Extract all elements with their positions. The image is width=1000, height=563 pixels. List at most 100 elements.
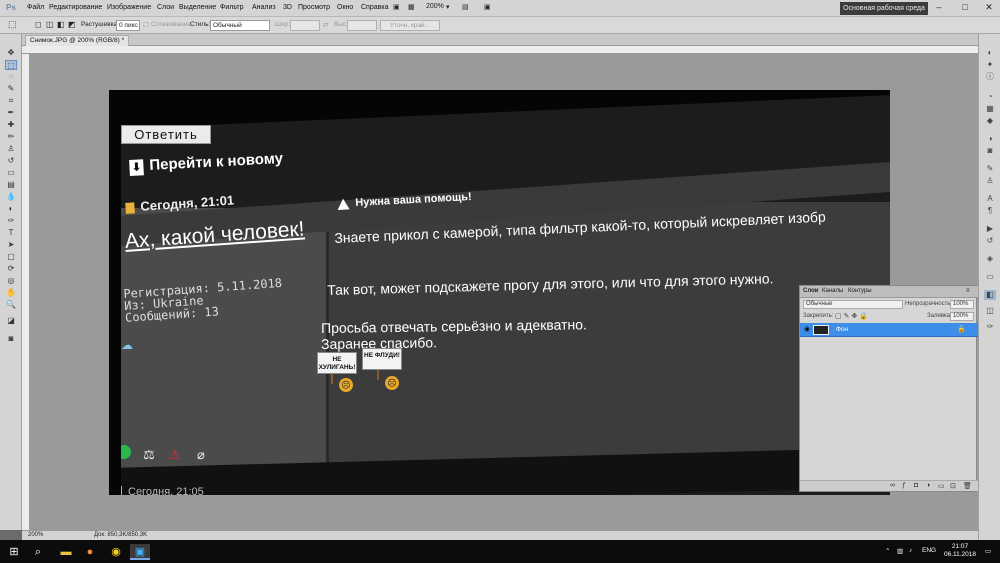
chevron-down-icon[interactable]: ▾: [446, 3, 450, 14]
panel-menu-icon[interactable]: ≡: [966, 288, 970, 294]
type-tool-icon[interactable]: T: [5, 228, 17, 238]
start-windows-icon[interactable]: ⊞: [4, 544, 24, 560]
file-explorer-icon[interactable]: ▬: [56, 544, 76, 560]
hand-tool-icon[interactable]: ✋: [5, 288, 17, 298]
menu-layers[interactable]: Слои: [157, 4, 174, 11]
swatches-icon[interactable]: ▦: [984, 104, 996, 114]
eyedropper-icon[interactable]: ✒: [5, 108, 17, 118]
histogram-icon[interactable]: ✦: [984, 60, 996, 70]
layer-row[interactable]: ◉ Фон 🔒: [800, 323, 978, 337]
marquee-tool-icon[interactable]: ⬚: [5, 60, 17, 70]
tab-layers[interactable]: Слои: [803, 288, 818, 294]
shape-tool-icon[interactable]: ▢: [5, 252, 17, 262]
close-button[interactable]: ✕: [982, 2, 996, 13]
feather-input[interactable]: 0 пикс: [116, 20, 140, 31]
antialias-checkbox[interactable]: ☐: [143, 21, 149, 29]
status-zoom[interactable]: 200%: [28, 532, 43, 538]
menu-image[interactable]: Изображение: [107, 4, 151, 11]
menu-3d[interactable]: 3D: [283, 4, 292, 11]
zoom-tool-icon[interactable]: 🔍: [5, 300, 17, 310]
clock[interactable]: 21:07 06.11.2018: [938, 543, 982, 559]
add-selection-icon[interactable]: ◫: [46, 20, 54, 29]
3d-orbit-icon[interactable]: ◎: [5, 276, 17, 286]
photoshop-taskbar-icon[interactable]: ▣: [130, 544, 150, 560]
new-layer-icon[interactable]: ⊡: [950, 482, 956, 490]
color-swatches-icon[interactable]: ◪: [5, 316, 17, 326]
menu-analysis[interactable]: Анализ: [252, 4, 276, 11]
document-tab[interactable]: Снимок.JPG @ 200% (RGB/8) *: [25, 35, 130, 46]
tab-channels[interactable]: Каналы: [822, 288, 843, 294]
menu-view[interactable]: Просмотр: [298, 4, 330, 11]
channels-dock-icon[interactable]: ◫: [984, 306, 996, 316]
chrome-icon[interactable]: ◉: [106, 544, 126, 560]
masks-icon[interactable]: ◙: [984, 146, 996, 156]
adjustments-icon[interactable]: ◑: [984, 134, 996, 144]
menu-filter[interactable]: Фильтр: [220, 4, 244, 11]
3d-rotate-icon[interactable]: ⟳: [5, 264, 17, 274]
history-brush-icon[interactable]: ↺: [5, 156, 17, 166]
horizontal-ruler[interactable]: [22, 46, 978, 54]
dodge-icon[interactable]: ◐: [5, 204, 17, 214]
workspace-button[interactable]: Основная рабочая среда: [840, 2, 928, 15]
document-image[interactable]: Ответить ⬇ Перейти к новому Сегодня, 21:0…: [109, 90, 890, 495]
fx-icon[interactable]: ƒ: [902, 482, 906, 489]
height-input[interactable]: [347, 20, 377, 31]
blend-mode-select[interactable]: Обычные: [803, 300, 903, 309]
brushes-icon[interactable]: ✎: [984, 164, 996, 174]
subtract-selection-icon[interactable]: ◧: [57, 20, 65, 29]
group-icon[interactable]: ▭: [938, 482, 945, 490]
marquee-tool-icon[interactable]: ⬚: [8, 19, 17, 30]
trash-icon[interactable]: 🗑: [963, 482, 972, 490]
style-select[interactable]: Обычный: [210, 20, 270, 31]
minibridge-icon[interactable]: ▦: [408, 3, 415, 14]
intersect-selection-icon[interactable]: ◩: [68, 20, 76, 29]
new-selection-icon[interactable]: ◻: [35, 20, 42, 29]
navigator-icon[interactable]: ◐: [984, 48, 996, 58]
tray-up-icon[interactable]: ⌃: [885, 547, 890, 555]
actions-icon[interactable]: ▶: [984, 224, 996, 234]
search-icon[interactable]: ⌕: [28, 544, 48, 560]
network-icon[interactable]: ▥: [897, 547, 903, 555]
eye-icon[interactable]: ◉: [802, 325, 812, 335]
quick-mask-icon[interactable]: ◙: [5, 334, 17, 344]
paths-dock-icon[interactable]: ✑: [984, 322, 996, 332]
layers-dock-icon[interactable]: ◧: [984, 290, 996, 300]
arrange-icon[interactable]: ▤: [462, 3, 469, 14]
vertical-ruler[interactable]: [22, 54, 30, 530]
eraser-icon[interactable]: ▭: [5, 168, 17, 178]
menu-file[interactable]: Файл: [27, 4, 44, 11]
lasso-tool-icon[interactable]: ◌: [5, 72, 17, 82]
language-indicator[interactable]: ENG: [922, 547, 936, 554]
width-input[interactable]: [290, 20, 320, 31]
opacity-input[interactable]: 100%: [950, 300, 974, 309]
screen-mode-icon[interactable]: ▣: [484, 3, 491, 14]
info-icon[interactable]: ⓘ: [984, 72, 996, 82]
color-icon[interactable]: ◔: [984, 92, 996, 102]
lock-icons[interactable]: ▢ ✎ ✥ 🔒: [835, 312, 868, 320]
fill-input[interactable]: 100%: [950, 312, 974, 321]
character-icon[interactable]: A: [984, 194, 996, 204]
link-icon[interactable]: ∞: [890, 482, 895, 489]
menu-select[interactable]: Выделение: [179, 4, 216, 11]
paragraph-icon[interactable]: ¶: [984, 206, 996, 216]
gradient-icon[interactable]: ▤: [5, 180, 17, 190]
mask-icon[interactable]: ◘: [914, 482, 918, 489]
minimize-button[interactable]: –: [932, 2, 946, 12]
history-icon[interactable]: ↺: [984, 236, 996, 246]
zoom-level[interactable]: 200%: [426, 3, 444, 14]
layer-name[interactable]: Фон: [836, 326, 848, 333]
3d-panel-icon[interactable]: ◈: [984, 254, 996, 264]
stamp-tool-icon[interactable]: ♙: [5, 144, 17, 154]
bridge-icon[interactable]: ▣: [393, 3, 400, 14]
path-select-icon[interactable]: ➤: [5, 240, 17, 250]
tab-paths[interactable]: Контуры: [848, 288, 872, 294]
healing-brush-icon[interactable]: ✚: [5, 120, 17, 130]
adjustment-icon[interactable]: ◑: [926, 482, 930, 489]
quick-select-icon[interactable]: ✎: [5, 84, 17, 94]
swap-icon[interactable]: ⇄: [323, 21, 328, 29]
menu-window[interactable]: Окно: [337, 4, 353, 11]
move-tool-icon[interactable]: ✥: [5, 48, 17, 58]
crop-tool-icon[interactable]: ⌗: [5, 96, 17, 106]
blur-icon[interactable]: 💧: [5, 192, 17, 202]
animation-icon[interactable]: ▭: [984, 272, 996, 282]
